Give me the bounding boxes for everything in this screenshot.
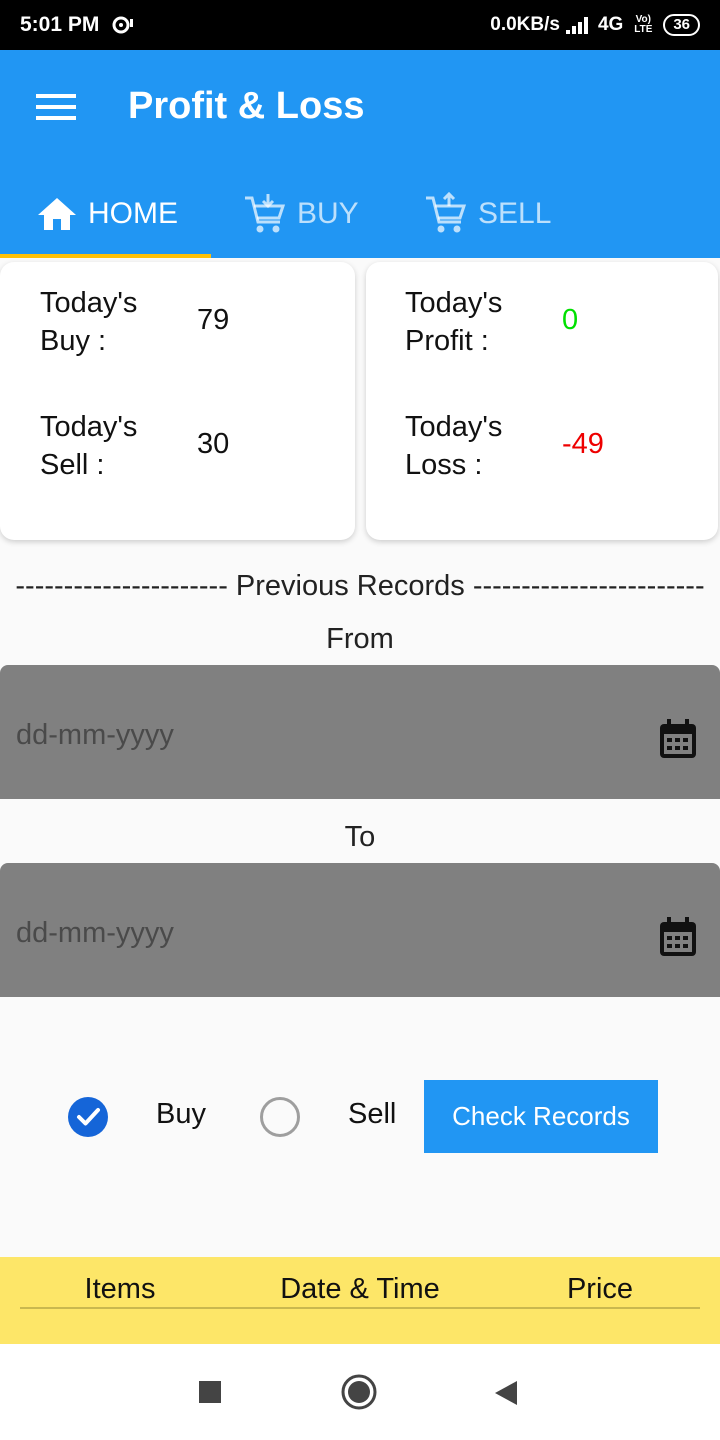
calendar-icon[interactable]: [658, 916, 698, 958]
today-loss-value: -49: [562, 428, 604, 460]
battery-icon: 36: [663, 14, 700, 36]
tab-buy-label: BUY: [297, 197, 359, 230]
check-records-button[interactable]: Check Records: [424, 1080, 658, 1153]
profit-loss-card: Today's Profit : 0 Today's Loss : -49: [366, 262, 718, 540]
tab-sell[interactable]: SELL: [424, 178, 551, 250]
tab-home-label: HOME: [88, 197, 178, 230]
to-label: To: [344, 821, 376, 853]
buy-sell-card: Today's Buy : 79 Today's Sell : 30: [0, 262, 355, 540]
from-date-placeholder: dd-mm-yyyy: [16, 719, 174, 751]
app-bar: Profit & Loss HOME BUY SELL: [0, 50, 720, 258]
header-divider: [20, 1307, 700, 1309]
today-sell-value: 30: [197, 428, 230, 460]
from-date-field[interactable]: dd-mm-yyyy: [0, 665, 720, 799]
volte-badge: Vo) LTE: [634, 14, 653, 35]
column-header-items: Items: [84, 1273, 156, 1305]
tab-indicator: [0, 254, 211, 258]
tab-sell-label: SELL: [478, 197, 552, 230]
tab-bar: HOME BUY SELL: [0, 178, 720, 258]
record-type-options: Buy Sell Check Records: [0, 1080, 720, 1154]
home-icon: [38, 198, 76, 230]
network-type: 4G: [597, 14, 624, 35]
to-date-field[interactable]: dd-mm-yyyy: [0, 863, 720, 997]
today-buy-label: Today's Buy :: [40, 287, 138, 357]
signal-icon: [565, 17, 588, 34]
today-sell-label: Today's Sell :: [40, 411, 138, 481]
status-time: 5:01 PM: [20, 13, 100, 36]
data-saver-icon: [112, 16, 134, 34]
today-profit-label: Today's Profit :: [405, 287, 503, 357]
today-buy-value: 79: [197, 304, 230, 336]
recents-icon[interactable]: [199, 1381, 221, 1403]
calendar-icon[interactable]: [658, 718, 698, 760]
system-nav-bar: [0, 1344, 720, 1440]
tab-buy[interactable]: BUY: [243, 178, 359, 250]
sell-radio[interactable]: [260, 1097, 300, 1137]
buy-option-label[interactable]: Buy: [156, 1098, 206, 1131]
cart-upload-icon: [426, 192, 467, 233]
records-table-header: Items Date & Time Price: [0, 1257, 720, 1344]
cart-download-icon: [245, 194, 286, 233]
status-bar: 5:01 PM 0.0KB/s 4G Vo) LTE 36: [0, 0, 720, 50]
menu-icon[interactable]: [36, 94, 76, 124]
back-icon[interactable]: [494, 1380, 518, 1406]
column-header-price: Price: [566, 1273, 634, 1305]
buy-radio[interactable]: [68, 1097, 108, 1137]
column-header-date-time: Date & Time: [280, 1273, 440, 1305]
sell-option-label[interactable]: Sell: [348, 1098, 396, 1131]
page-title: Profit & Loss: [128, 85, 365, 127]
check-icon: [77, 1108, 100, 1126]
today-profit-value: 0: [562, 304, 579, 336]
today-loss-label: Today's Loss :: [405, 411, 503, 481]
tab-home[interactable]: HOME: [36, 178, 178, 250]
net-speed: 0.0KB/s: [490, 14, 560, 35]
from-label: From: [326, 623, 394, 655]
home-nav-icon[interactable]: [341, 1374, 377, 1410]
previous-records-heading: ---------------------- Previous Records …: [15, 570, 705, 602]
to-date-placeholder: dd-mm-yyyy: [16, 917, 174, 949]
